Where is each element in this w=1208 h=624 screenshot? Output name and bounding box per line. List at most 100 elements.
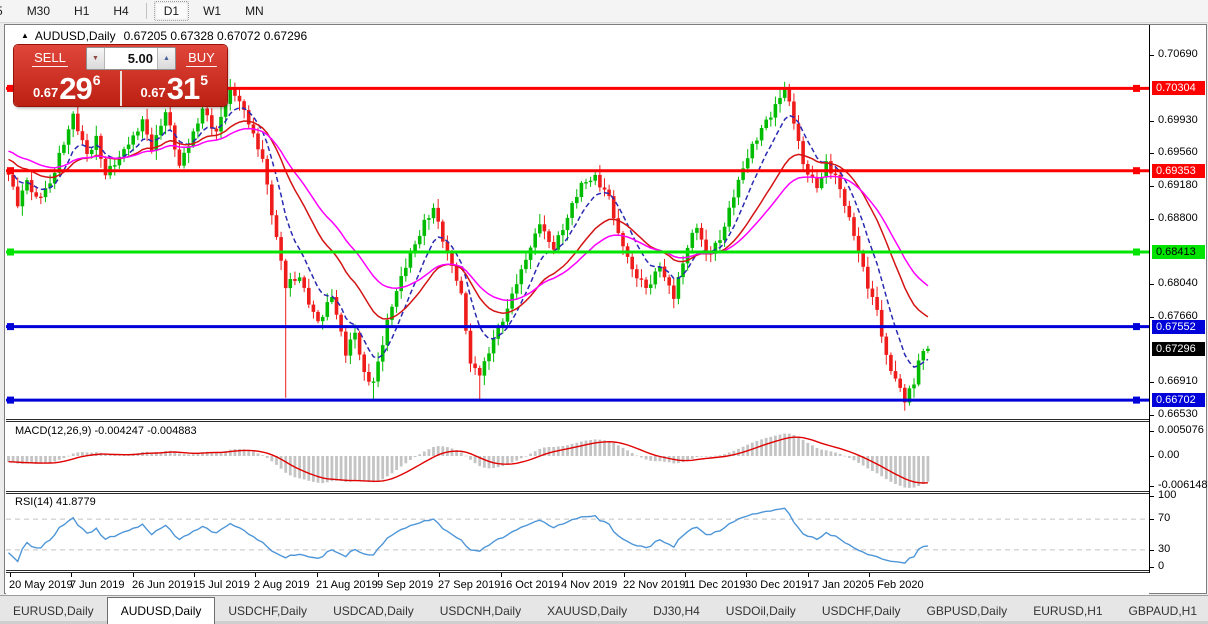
buy-price-prefix: 0.67	[140, 85, 166, 100]
sell-price-big: 29	[59, 71, 92, 106]
date-axis-label: 5 Feb 2020	[868, 579, 924, 591]
price-axis-tick	[1149, 317, 1154, 318]
timeframe-button-h1[interactable]: H1	[64, 1, 99, 21]
date-axis-tick	[378, 573, 379, 577]
volume-input[interactable]	[105, 48, 157, 69]
one-click-trade-panel: SELL ▼ ▲ BUY 0.67 29 6 0.67 31 5	[14, 45, 227, 106]
date-axis-label: 7 Jun 2019	[70, 579, 125, 591]
price-axis-label: 0.70690	[1158, 48, 1198, 60]
date-axis-label: 2 Aug 2019	[254, 579, 310, 591]
price-axis-label: 0.68040	[1158, 277, 1198, 289]
date-axis-tick	[439, 573, 440, 577]
macd-axis-label: 0.005076	[1158, 424, 1204, 436]
timeframe-button-mn[interactable]: MN	[235, 1, 274, 21]
spinner-down-icon: ▼	[92, 55, 99, 62]
date-axis-tick	[685, 573, 686, 577]
spinner-up-icon: ▲	[163, 55, 170, 62]
chart-window: ▲ AUDUSD,Daily 0.67205 0.67328 0.67072 0.6…	[4, 24, 1208, 595]
date-axis-tick	[133, 573, 134, 577]
macd-axis-tick	[1149, 456, 1154, 457]
price-axis-label: 0.68800	[1158, 212, 1198, 224]
date-axis-label: 20 May 2019	[9, 579, 73, 591]
date-axis-tick	[808, 573, 809, 577]
toolbar-separator	[145, 3, 147, 19]
volume-decrease-button[interactable]: ▼	[87, 48, 105, 69]
pane-separator[interactable]	[6, 419, 1150, 422]
price-axis-tick	[1149, 55, 1154, 56]
rsi-axis-label: 30	[1158, 543, 1171, 555]
date-axis-tick	[624, 573, 625, 577]
current-price-badge: 0.67296	[1152, 342, 1205, 356]
level-price-badge-blue: 0.66702	[1152, 393, 1205, 407]
date-axis-tick	[501, 573, 502, 577]
chart-title: ▲ AUDUSD,Daily 0.67205 0.67328 0.67072 0.6…	[21, 29, 307, 43]
date-axis-label: 11 Dec 2019	[684, 579, 746, 591]
price-axis-label: 0.69930	[1158, 114, 1198, 126]
date-axis-label: 26 Jun 2019	[132, 579, 193, 591]
rsi-pane-canvas[interactable]: RSI(14) 41.8779	[6, 493, 1150, 570]
buy-price-sup: 5	[200, 72, 209, 88]
level-price-badge-green: 0.68413	[1152, 245, 1205, 259]
timeframe-button-5[interactable]: 5	[0, 1, 13, 21]
date-axis-tick	[255, 573, 256, 577]
chart-tab-audusd-daily[interactable]: AUDUSD,Daily	[106, 597, 216, 624]
date-axis-label: 15 Jul 2019	[193, 579, 250, 591]
date-axis-tick	[869, 573, 870, 577]
buy-button[interactable]: BUY	[176, 45, 227, 71]
rsi-axis-label: 0	[1158, 560, 1165, 572]
rsi-axis-tick	[1149, 567, 1154, 568]
date-axis-tick	[194, 573, 195, 577]
price-axis-label: 0.69560	[1158, 146, 1198, 158]
date-axis-label: 16 Oct 2019	[500, 579, 560, 591]
date-axis-label: 21 Aug 2019	[316, 579, 378, 591]
price-axis-tick	[1149, 219, 1154, 220]
sell-button-label: SELL	[32, 49, 68, 67]
macd-axis-tick	[1149, 431, 1154, 432]
date-axis-label: 4 Nov 2019	[561, 579, 618, 591]
volume-increase-button[interactable]: ▲	[157, 48, 175, 69]
sell-button[interactable]: SELL	[14, 45, 86, 71]
price-axis-tick	[1149, 382, 1154, 383]
sell-price-sup: 6	[92, 72, 101, 88]
timeframe-button-m30[interactable]: M30	[17, 1, 60, 21]
buy-price-box[interactable]: 0.67 31 5	[122, 71, 228, 106]
price-axis-tick	[1149, 284, 1154, 285]
date-axis-tick	[562, 573, 563, 577]
date-axis-label: 30 Dec 2019	[745, 579, 808, 591]
date-axis-tick	[10, 573, 11, 577]
timeframe-button-w1[interactable]: W1	[193, 1, 231, 21]
sell-price-box[interactable]: 0.67 29 6	[14, 71, 122, 106]
price-axis-label: 0.66530	[1158, 408, 1198, 420]
price-axis-label: 0.66910	[1158, 375, 1198, 387]
date-axis-label: 27 Sep 2019	[438, 579, 501, 591]
macd-pane-canvas[interactable]: MACD(12,26,9) -0.004247 -0.004883	[6, 422, 1150, 491]
price-axis-tick	[1149, 121, 1154, 122]
collapse-triangle-icon[interactable]: ▲	[21, 31, 29, 40]
price-axis-label: 0.69180	[1158, 179, 1198, 191]
rsi-axis-tick	[1149, 496, 1154, 497]
buy-button-label: BUY	[186, 49, 217, 67]
date-axis-tick	[746, 573, 747, 577]
timeframe-button-d1[interactable]: D1	[153, 1, 190, 21]
price-axis[interactable]: 0.70690 0.70304 0.69930 0.69560 0.69353 0.691…	[1149, 25, 1208, 573]
chart-ohlc-values: 0.67205 0.67328 0.67072 0.67296	[123, 29, 308, 43]
price-axis-tick	[1149, 186, 1154, 187]
rsi-axis-tick	[1149, 519, 1154, 520]
rsi-axis-label: 100	[1158, 489, 1177, 501]
date-axis[interactable]: 20 May 2019 7 Jun 2019 26 Jun 2019 15 Jul 2…	[6, 573, 1149, 595]
level-price-badge-red: 0.69353	[1152, 164, 1205, 178]
macd-axis-label: 0.00	[1158, 449, 1180, 461]
buy-price-big: 31	[166, 71, 200, 106]
mt4-application: 5M30H1H4D1W1MN ▲AUDUSD,Daily0.67205 0.67…	[0, 0, 1208, 624]
timeframe-button-h4[interactable]: H4	[103, 1, 138, 21]
sell-price-prefix: 0.67	[32, 85, 59, 100]
pane-separator[interactable]	[6, 491, 1150, 494]
rsi-label: RSI(14) 41.8779	[15, 496, 96, 508]
date-axis-tick	[71, 573, 72, 577]
macd-axis-tick	[1149, 486, 1154, 487]
rsi-axis-tick	[1149, 550, 1154, 551]
level-price-badge-red: 0.70304	[1152, 81, 1205, 95]
rsi-axis-label: 70	[1158, 512, 1171, 524]
date-axis-label: 22 Nov 2019	[623, 579, 686, 591]
date-axis-tick	[317, 573, 318, 577]
